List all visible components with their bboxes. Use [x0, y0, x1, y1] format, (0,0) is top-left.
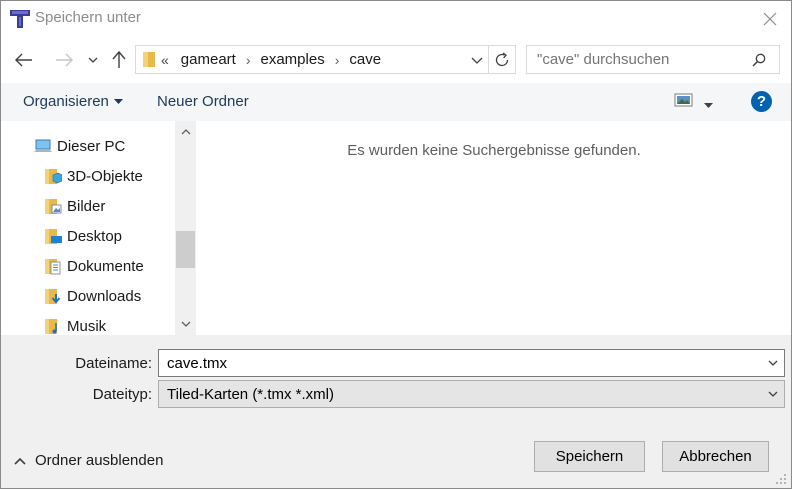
nav-item-bilder[interactable]: Bilder — [44, 197, 105, 215]
breadcrumb-gameart[interactable]: gameart — [181, 51, 236, 68]
address-dropdown-button[interactable] — [468, 51, 486, 69]
breadcrumb-examples[interactable]: examples — [261, 51, 325, 68]
view-icon — [674, 93, 693, 107]
refresh-button[interactable] — [491, 49, 513, 71]
window-title: Speichern unter — [35, 9, 141, 26]
hide-folders-toggle[interactable]: Ordner ausblenden — [14, 452, 163, 469]
save-button[interactable]: Speichern — [534, 441, 645, 472]
breadcrumb-separator-icon[interactable]: › — [335, 52, 340, 68]
nav-label: Bilder — [67, 197, 106, 215]
filetype-dropdown-button[interactable] — [766, 387, 780, 401]
filetype-select[interactable]: Tiled-Karten (*.tmx *.xml) — [158, 380, 785, 408]
help-icon: ? — [756, 93, 767, 110]
hide-folders-label: Ordner ausblenden — [35, 452, 164, 469]
breadcrumb-cave[interactable]: cave — [349, 51, 381, 68]
nav-label: Dieser PC — [57, 137, 126, 155]
tiled-app-icon — [9, 8, 31, 30]
nav-label: Downloads — [67, 287, 142, 305]
dropdown-arrow-icon — [113, 99, 123, 104]
empty-results-message: Es wurden keine Suchergebnisse gefunden. — [347, 142, 641, 159]
documents-folder-icon — [44, 257, 62, 275]
forward-button[interactable] — [52, 49, 76, 71]
nav-item-musik[interactable]: Musik — [44, 317, 106, 335]
desktop-folder-icon — [44, 227, 62, 245]
filename-value[interactable]: cave.tmx — [167, 355, 227, 372]
filetype-label: Dateityp: — [92, 386, 152, 403]
cancel-button[interactable]: Abbrechen — [662, 441, 769, 472]
filename-field[interactable]: cave.tmx — [158, 349, 785, 377]
filetype-value: Tiled-Karten (*.tmx *.xml) — [167, 386, 334, 403]
chevron-down-icon — [88, 57, 98, 63]
chevron-down-icon — [471, 57, 483, 64]
nav-item-3d-objekte[interactable]: 3D-Objekte — [44, 167, 143, 185]
back-button[interactable] — [12, 49, 36, 71]
nav-item-dieser-pc[interactable]: Dieser PC — [34, 137, 125, 155]
close-icon — [763, 12, 777, 26]
chevron-up-icon — [14, 457, 26, 465]
music-folder-icon — [44, 317, 62, 335]
resize-grip-icon[interactable] — [775, 473, 787, 485]
search-input[interactable] — [537, 51, 737, 68]
navpane-scrollbar[interactable] — [175, 121, 196, 335]
new-folder-button[interactable]: Neuer Ordner — [157, 93, 249, 110]
nav-item-dokumente[interactable]: Dokumente — [44, 257, 144, 275]
chevron-down-icon — [768, 391, 778, 397]
nav-label: Musik — [67, 317, 107, 335]
refresh-icon — [495, 52, 509, 67]
search-box[interactable] — [526, 45, 780, 74]
nav-label: 3D-Objekte — [67, 167, 143, 185]
chevron-down-icon — [181, 321, 190, 327]
filename-label: Dateiname: — [75, 355, 152, 372]
divider — [488, 46, 489, 73]
search-icon — [752, 53, 766, 67]
arrow-up-icon — [112, 51, 126, 68]
organize-button[interactable]: Organisieren — [23, 93, 123, 110]
view-options-button[interactable] — [704, 96, 713, 112]
3d-objects-folder-icon — [44, 167, 63, 185]
help-button[interactable]: ? — [751, 91, 772, 112]
computer-icon — [34, 137, 52, 155]
chevron-up-icon — [181, 129, 190, 135]
arrow-left-icon — [15, 53, 32, 67]
address-bar[interactable]: « gameart › examples › cave — [135, 45, 516, 74]
chevron-down-icon — [768, 360, 778, 366]
scroll-up-button[interactable] — [176, 123, 195, 141]
breadcrumb-separator-icon[interactable]: › — [246, 52, 251, 68]
nav-label: Dokumente — [67, 257, 144, 275]
downloads-folder-icon — [44, 287, 62, 305]
scrollbar-thumb[interactable] — [176, 231, 195, 268]
search-button[interactable] — [749, 51, 769, 69]
nav-label: Desktop — [67, 227, 123, 245]
breadcrumb-overflow[interactable]: « — [161, 52, 169, 68]
pictures-folder-icon — [44, 197, 62, 215]
nav-item-desktop[interactable]: Desktop — [44, 227, 122, 245]
up-button[interactable] — [108, 48, 130, 72]
scroll-down-button[interactable] — [176, 315, 195, 333]
dropdown-arrow-icon — [704, 103, 713, 108]
recent-locations-button[interactable] — [85, 51, 101, 69]
change-view-button[interactable] — [674, 92, 694, 108]
nav-item-downloads[interactable]: Downloads — [44, 287, 141, 305]
folder-icon — [143, 51, 155, 68]
close-button[interactable] — [754, 4, 786, 34]
arrow-right-icon — [56, 53, 73, 67]
organize-label: Organisieren — [23, 93, 109, 110]
filename-dropdown-button[interactable] — [766, 356, 780, 370]
